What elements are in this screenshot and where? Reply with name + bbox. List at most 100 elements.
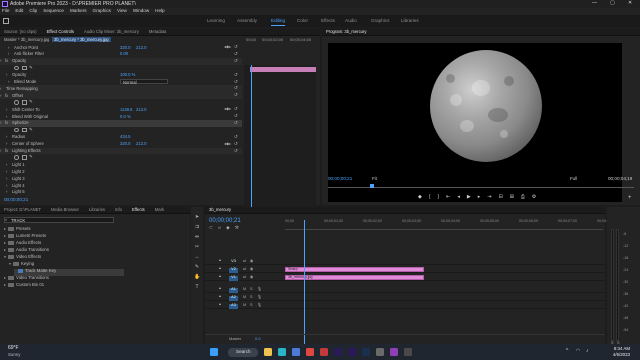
rectangle-mask-icon[interactable] [21,127,27,133]
effect-property[interactable]: › Anti-flicker Filter 0.00 ↺ [0,51,242,58]
mute-icon[interactable]: M [243,295,246,300]
expand-chevron-icon[interactable]: › [8,45,9,50]
photoshop-icon[interactable] [362,348,370,356]
effects-search-input[interactable]: TRACK [4,217,114,223]
effect-header[interactable]: › fx Lighting Effects ↺ [0,147,242,155]
keyframe-nav-icon[interactable]: ◂◆▸ [224,45,231,49]
timeline-clip[interactable]: Sharp [285,266,424,272]
timeline-timecode[interactable]: 00;00;00;21 [209,218,241,224]
reset-icon[interactable]: ↺ [234,72,238,78]
tab-program[interactable]: Program: 3b_mercury [326,29,367,34]
lock-icon[interactable]: 🔒︎ [219,294,221,299]
expand-chevron-icon[interactable]: › [6,107,7,112]
reset-icon[interactable]: ↺ [234,107,238,112]
workspace-color[interactable]: Color [297,18,308,24]
razor-tool-icon[interactable]: ✂ [194,245,200,251]
slip-tool-icon[interactable]: ↔ [194,255,200,261]
effect-property[interactable]: › Light 5 [0,189,242,196]
property-value[interactable]: 434.5 [120,134,130,139]
reset-icon[interactable]: ↺ [234,86,238,91]
add-marker-icon[interactable]: ◆ [418,195,422,200]
voiceover-icon[interactable]: 🎙︎ [257,303,262,308]
track-select-tool-icon[interactable]: ⇉ [194,225,200,231]
close-button[interactable]: ✕ [628,1,632,6]
keyframe-nav-icon[interactable]: ◂◆▸ [224,141,231,146]
tab-project[interactable]: Project: D:\PLANET [4,207,41,212]
selection-tool-icon[interactable]: ➤ [194,215,200,221]
expand-chevron-icon[interactable]: › [0,121,1,125]
fx-toggle-icon[interactable]: fx [5,148,8,153]
program-playhead[interactable] [370,184,374,188]
workspace-learning[interactable]: Learning [207,18,225,24]
effect-property[interactable]: › Center of Sphere 320.0 213.0 ↺ ◂◆▸ [0,141,242,148]
expand-chevron-icon[interactable]: › [6,190,7,194]
rectangle-mask-icon[interactable] [21,155,27,160]
reset-icon[interactable]: ↺ [234,141,238,147]
menu-sequence[interactable]: Sequence [43,9,64,14]
app-4-icon[interactable] [404,348,412,356]
volume-icon[interactable]: ♪ [586,349,589,354]
step-back-icon[interactable]: ◂ [457,195,460,200]
maximize-button[interactable]: ▢ [610,1,615,6]
tab-effect-controls[interactable]: Effect Controls [47,29,74,34]
keyframe-nav-icon[interactable]: ◂◆▸ [224,107,231,111]
expand-chevron-icon[interactable]: › [0,148,1,153]
property-value[interactable]: 1148.6 [120,107,133,112]
expand-chevron-icon[interactable]: › [6,176,7,181]
timeline-clip[interactable]: 3b_mercury.jpg [285,274,424,280]
track-target[interactable]: A1 [229,287,238,293]
wifi-icon[interactable]: ◠ [576,349,580,354]
tab-source[interactable]: Source: (no clips) [4,29,37,34]
export-frame-icon[interactable]: ⎙ [521,195,525,200]
menu-edit[interactable]: Edit [15,9,23,14]
workspace-graphics[interactable]: Graphics [371,18,389,24]
mask-shapes[interactable]: ✎ [0,99,242,106]
fx-toggle-icon[interactable]: fx [5,93,8,98]
sync-lock-icon[interactable]: ⇌ [243,259,246,264]
property-value-2[interactable]: 213.0 [136,45,146,50]
effect-property[interactable]: › Blend Mode Normal ↺ [0,79,242,86]
fit-dropdown[interactable]: Fit [372,176,377,181]
extract-icon[interactable]: ⊞ [510,195,514,200]
lock-icon[interactable]: 🔒︎ [219,286,221,291]
weather-temp[interactable]: 69°F [8,346,19,351]
snap-icon[interactable]: ⊂ [209,225,213,231]
effect-playhead[interactable] [251,65,252,230]
menu-window[interactable]: Window [133,9,149,14]
reset-icon[interactable]: ↺ [234,93,238,98]
pen-mask-icon[interactable]: ✎ [29,127,34,133]
track-target[interactable]: V3 [229,259,238,265]
ellipse-mask-icon[interactable] [14,65,19,71]
ec-current-timecode[interactable]: 00;00;00;21 [4,197,28,203]
rectangle-mask-icon[interactable] [21,65,27,71]
reset-icon[interactable]: ↺ [234,113,238,119]
expand-chevron-icon[interactable]: › [6,72,7,77]
taskbar-time[interactable]: 8:34 AM [604,346,630,351]
sequence-clip-breadcrumb[interactable]: 3b_mercury * 3b_mercury.jpg [52,37,111,42]
app-1-icon[interactable] [320,348,328,356]
menu-markers[interactable]: Markers [70,9,87,14]
toggle-output-icon[interactable]: ◉ [250,259,253,264]
weather-desc[interactable]: Sunny [8,352,20,357]
mute-icon[interactable]: M [243,303,246,308]
sync-lock-icon[interactable]: ⇌ [243,275,246,280]
effect-property[interactable]: › Shift Center To 1148.6 213.0 ↺ ◂◆▸ [0,106,242,113]
expand-chevron-icon[interactable]: › [6,183,7,188]
settings-icon[interactable]: ⚙ [532,195,536,200]
effect-header[interactable]: › fx Opacity ↺ [0,57,242,65]
solo-icon[interactable]: S [250,303,253,308]
workspace-assembly[interactable]: Assembly [237,18,257,24]
menu-clip[interactable]: Clip [29,9,37,14]
property-value[interactable]: 320.0 [120,141,130,146]
pen-mask-icon[interactable]: ✎ [29,65,34,71]
mask-shapes[interactable]: ✎ [0,154,242,161]
tray-chevron-icon[interactable]: ^ [566,349,568,354]
workspace-editing[interactable]: Editing [271,18,286,25]
track-target[interactable]: V1 [229,275,238,281]
expand-chevron-icon[interactable]: › [8,52,9,56]
menu-help[interactable]: Help [155,9,164,14]
tab-markers[interactable]: Mark [155,207,164,212]
chrome-icon[interactable] [306,348,314,356]
effect-header[interactable]: › fx Offset ↺ [0,92,242,100]
windows-start-icon[interactable] [210,348,218,356]
